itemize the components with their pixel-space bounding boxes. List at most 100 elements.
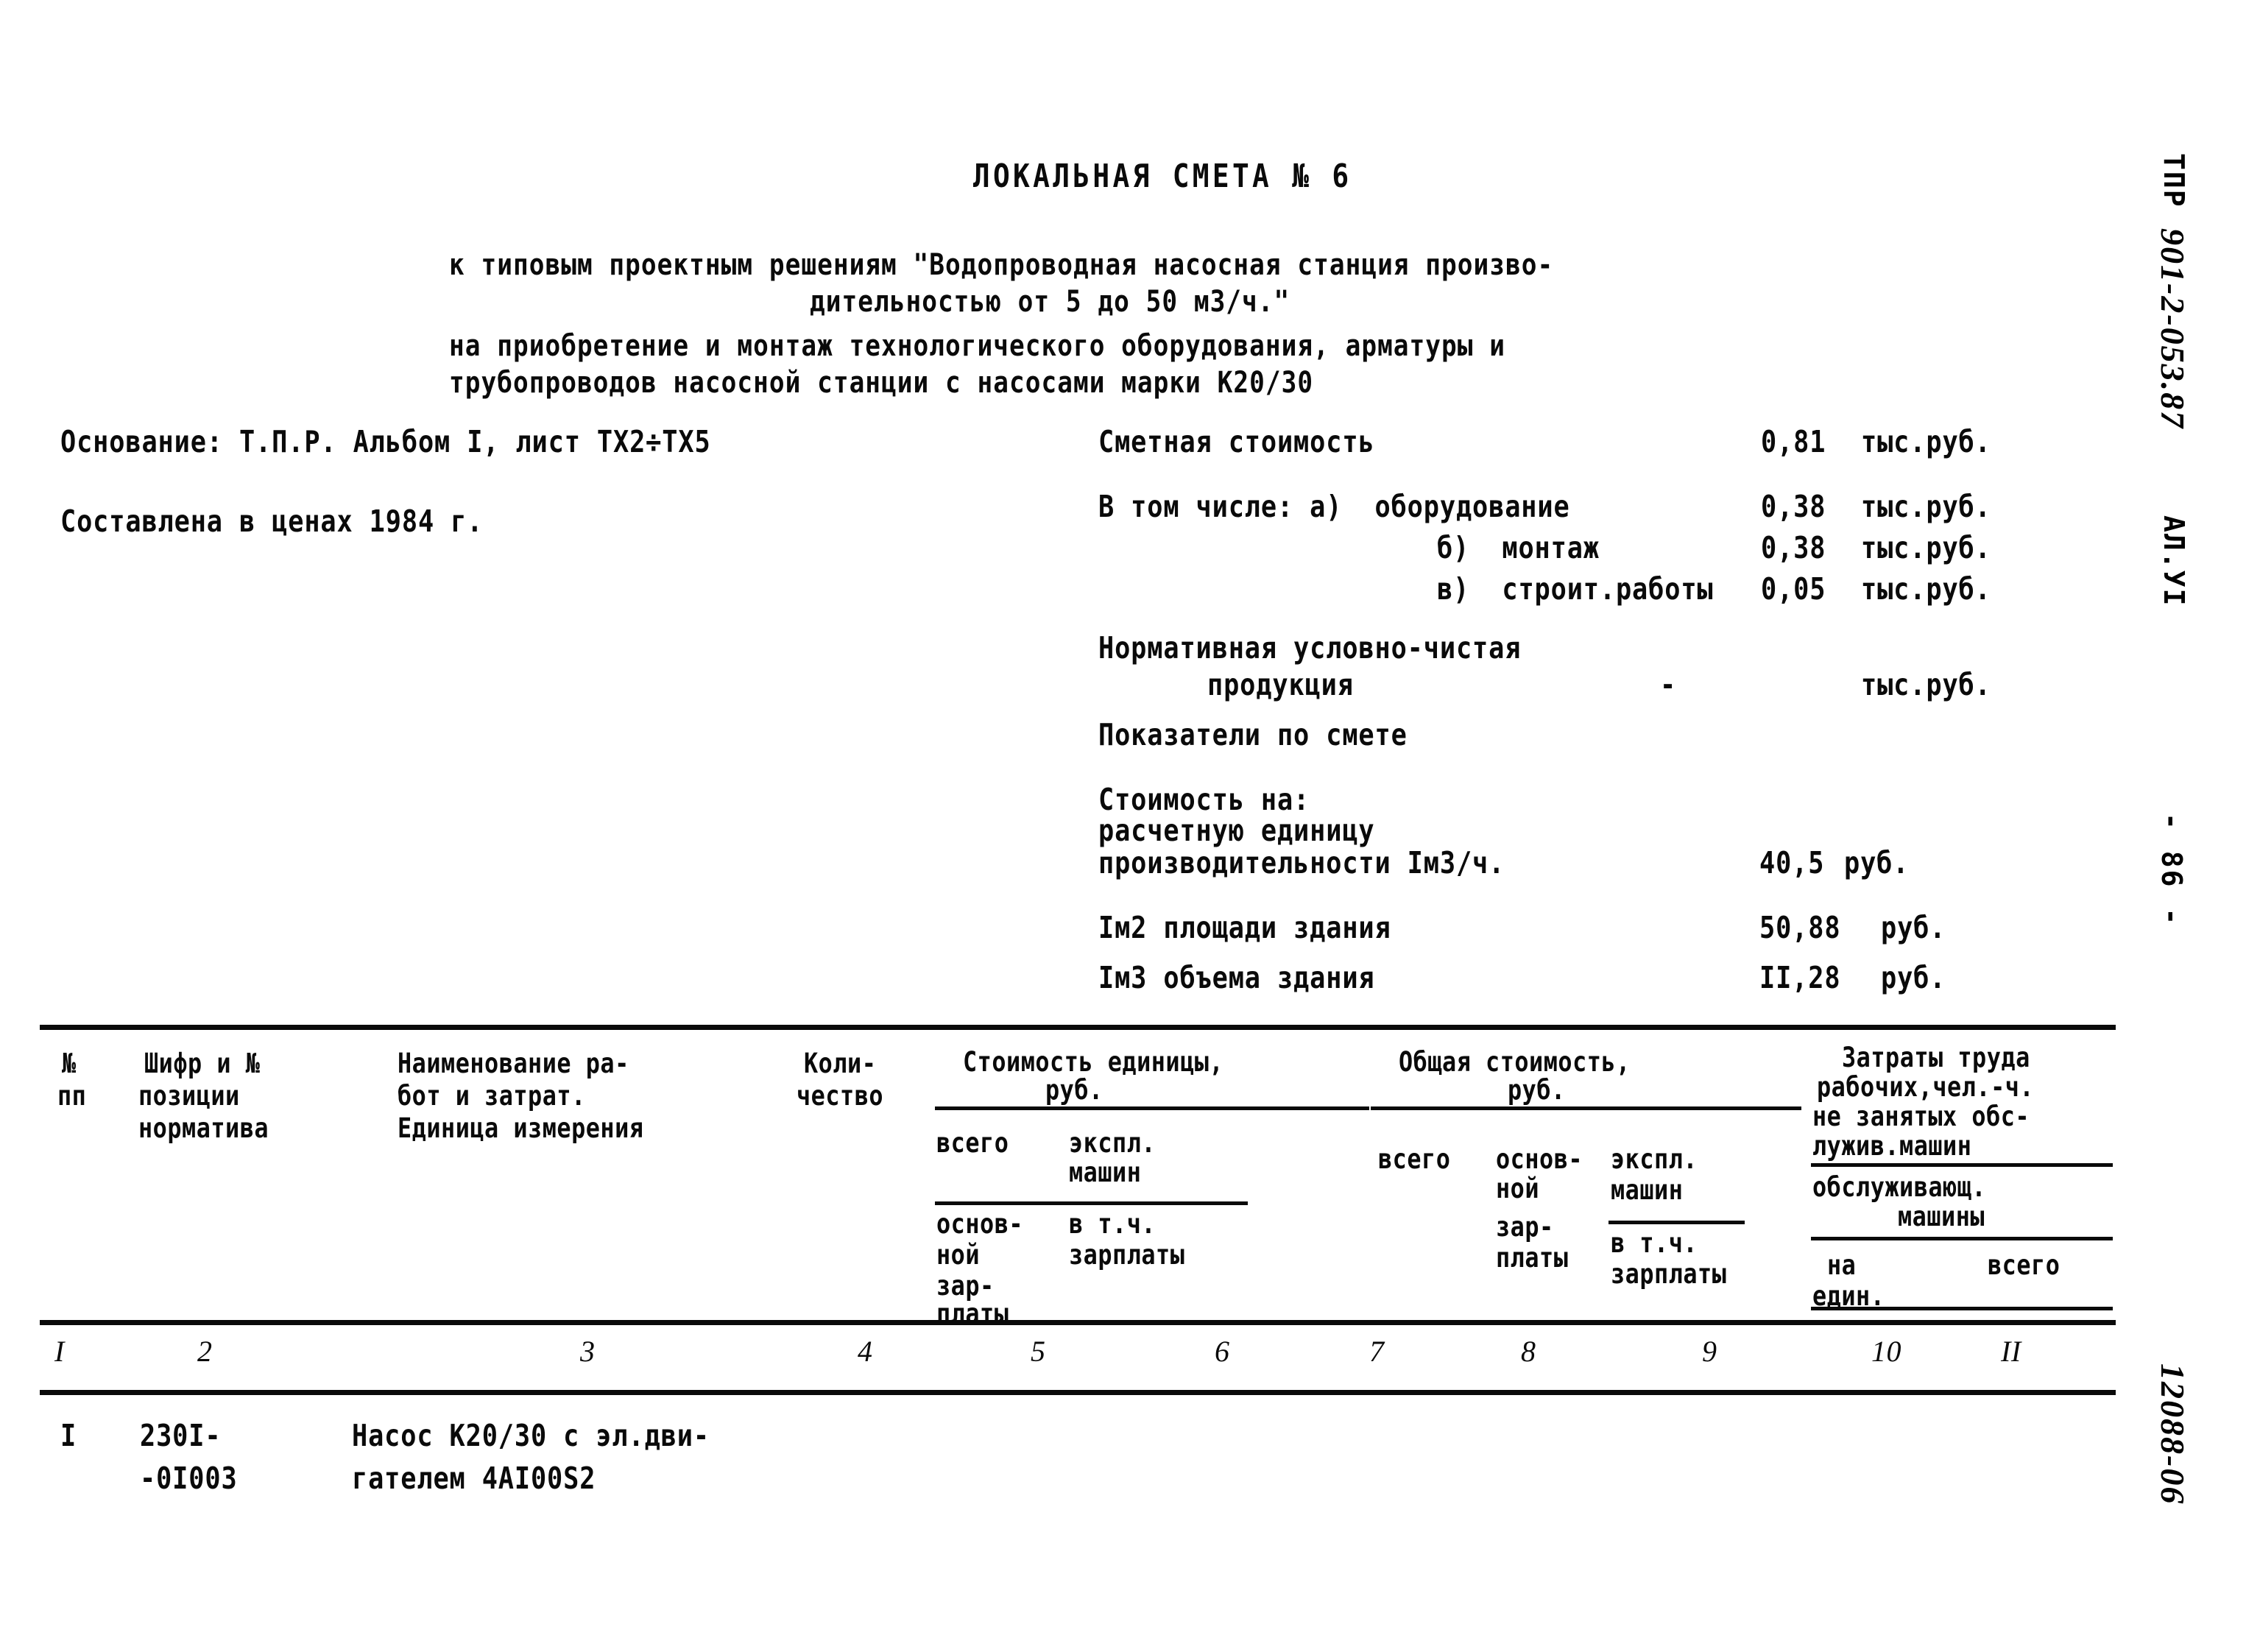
nuchp-label-line-2: продукция [1207, 667, 1354, 702]
table-colnum-bottom-rule [40, 1390, 2116, 1395]
including-c-value: 0,05 [1761, 571, 1826, 607]
header-col7: всего [1378, 1143, 1451, 1175]
nuchp-unit: тыс.руб. [1861, 667, 1991, 702]
volume-unit: руб. [1881, 960, 1946, 995]
row-code-line-2: -0I003 [140, 1461, 238, 1496]
labor-group-rule [1811, 1163, 2113, 1167]
header-labor-group-line3: не занятых обс- [1812, 1101, 2030, 1132]
header-col9-top-line2: машин [1611, 1174, 1684, 1206]
header-col5-bot-line4: платы [936, 1298, 1009, 1330]
header-col4-line1: Коли- [804, 1048, 877, 1079]
servicing-machines-rule [1811, 1237, 2113, 1240]
margin-tpr-label: ТПР [2158, 153, 2190, 208]
subtitle-line-3: на приобретение и монтаж технологическог… [449, 329, 1506, 363]
including-a-unit: тыс.руб. [1861, 489, 1991, 524]
margin-bottom-code: 12088-06 [2154, 1363, 2192, 1505]
estimate-cost-label: Сметная стоимость [1098, 424, 1375, 459]
subtitle-line-4: трубопроводов насосной станции с насосам… [449, 366, 1314, 400]
unit-cost-group-rule [935, 1106, 1369, 1110]
header-servicing-line1: обслуживающ. [1812, 1171, 1987, 1203]
header-col10-line2: един. [1812, 1280, 1885, 1312]
row-name-line-1: Насос К20/30 с эл.дви- [352, 1418, 710, 1453]
document-page: ЛОКАЛЬНАЯ СМЕТА № 6 к типовым проектным … [0, 0, 2260, 1652]
header-col11: всего [1988, 1249, 2061, 1281]
colnum-9: 9 [1702, 1335, 1717, 1368]
header-servicing-line2: машины [1898, 1201, 1985, 1232]
header-col2-line2: позиции [138, 1080, 240, 1112]
header-col9-bot-line2: зарплаты [1611, 1258, 1727, 1290]
header-col9-bot-line1: в т.ч. [1611, 1227, 1698, 1259]
header-col2-line3: норматива [138, 1112, 269, 1144]
page-number: - 86 - [2155, 813, 2188, 928]
colnum-2: 2 [197, 1335, 213, 1368]
prices-label: Составлена в ценах 1984 г. [60, 504, 484, 539]
header-total-cost-group-line2: руб. [1508, 1074, 1566, 1106]
nuchp-value: - [1660, 667, 1677, 702]
header-col3-line3: Единица измерения [398, 1112, 644, 1144]
header-col6-bot-line1: в т.ч. [1069, 1208, 1157, 1240]
header-col6-bot-line2: зарплаты [1069, 1239, 1185, 1271]
area-value: 50,88 [1759, 910, 1841, 945]
unit-calc-unit: руб. [1844, 845, 1910, 880]
unit-calc-line-2: производительности Iм3/ч. [1098, 845, 1505, 880]
area-unit: руб. [1881, 910, 1946, 945]
cost-for-label: Стоимость на: [1098, 782, 1310, 817]
including-b-value: 0,38 [1761, 530, 1826, 565]
header-col6-top-line1: экспл. [1069, 1127, 1157, 1159]
table-row: I [60, 1418, 77, 1453]
volume-value: II,28 [1759, 960, 1841, 995]
header-col2-line1: Шифр и № [144, 1048, 261, 1079]
including-a-label: В том числе: а) оборудование [1098, 489, 1570, 524]
page-title: ЛОКАЛЬНАЯ СМЕТА № 6 [972, 158, 1352, 195]
colnum-5: 5 [1031, 1335, 1046, 1368]
colnum-10: 10 [1871, 1335, 1901, 1368]
header-col10-line1: на [1827, 1249, 1857, 1281]
colnum-11: II [2001, 1335, 2021, 1368]
margin-album-label: АЛ.УI [2158, 515, 2190, 607]
header-labor-group-line1: Затраты труда [1842, 1042, 2030, 1073]
table-header-bottom-rule [40, 1320, 2116, 1325]
header-col5-bot-line3: зар- [936, 1270, 995, 1302]
row-code-line-1: 230I- [140, 1418, 222, 1453]
unit-calc-line-1: расчетную единицу [1098, 813, 1375, 848]
header-col5-bot-line1: основ- [936, 1208, 1024, 1240]
margin-project-code: 901-2-053.87 [2154, 228, 2192, 430]
including-b-label: б) монтаж [1437, 530, 1600, 565]
indicators-label: Показатели по смете [1098, 717, 1408, 752]
header-col6-top-line2: машин [1069, 1157, 1142, 1188]
colnum-4: 4 [858, 1335, 873, 1368]
col5-6-sub-rule [935, 1201, 1248, 1205]
including-c-label: в) строит.работы [1437, 571, 1714, 607]
header-col4-line2: чество [797, 1080, 884, 1112]
volume-label: Iм3 объема здания [1098, 960, 1375, 995]
row-name-line-2: гателем 4АI00S2 [352, 1461, 596, 1496]
header-col3-line1: Наименование ра- [398, 1048, 629, 1079]
subtitle-line-1: к типовым проектным решениям "Водопровод… [449, 248, 1554, 282]
basis-label: Основание: Т.П.Р. Альбом I, лист ТХ2÷ТХ5 [60, 424, 711, 459]
area-label: Iм2 площади здания [1098, 910, 1391, 945]
col9-sub-rule [1609, 1221, 1745, 1224]
including-b-unit: тыс.руб. [1861, 530, 1991, 565]
colnum-1: I [54, 1335, 65, 1368]
subtitle-line-2: дительностью от 5 до 50 м3/ч." [810, 285, 1290, 319]
including-a-value: 0,38 [1761, 489, 1826, 524]
unit-calc-value: 40,5 [1759, 845, 1825, 880]
header-col1-line1: № [62, 1048, 77, 1079]
nuchp-label-line-1: Нормативная условно-чистая [1098, 630, 1522, 666]
header-unit-cost-group-line1: Стоимость единицы, [963, 1046, 1224, 1078]
header-col1-line2: пп [57, 1080, 87, 1112]
header-unit-cost-group-line2: руб. [1045, 1074, 1103, 1106]
table-top-rule [40, 1025, 2116, 1030]
total-cost-group-rule [1371, 1106, 1801, 1110]
header-total-cost-group-line1: Общая стоимость, [1399, 1046, 1631, 1078]
colnum-3: 3 [580, 1335, 596, 1368]
header-col8-line2: ной [1496, 1173, 1540, 1204]
header-col5-bot-line2: ной [936, 1239, 981, 1271]
header-labor-group-line2: рабочих,чел.-ч. [1817, 1071, 2035, 1103]
including-c-unit: тыс.руб. [1861, 571, 1991, 607]
header-col8-line4: платы [1496, 1242, 1569, 1274]
header-labor-group-line4: лужив.машин [1812, 1130, 1972, 1162]
colnum-7: 7 [1369, 1335, 1385, 1368]
header-col8-line1: основ- [1496, 1143, 1583, 1175]
estimate-cost-unit: тыс.руб. [1861, 424, 1991, 459]
